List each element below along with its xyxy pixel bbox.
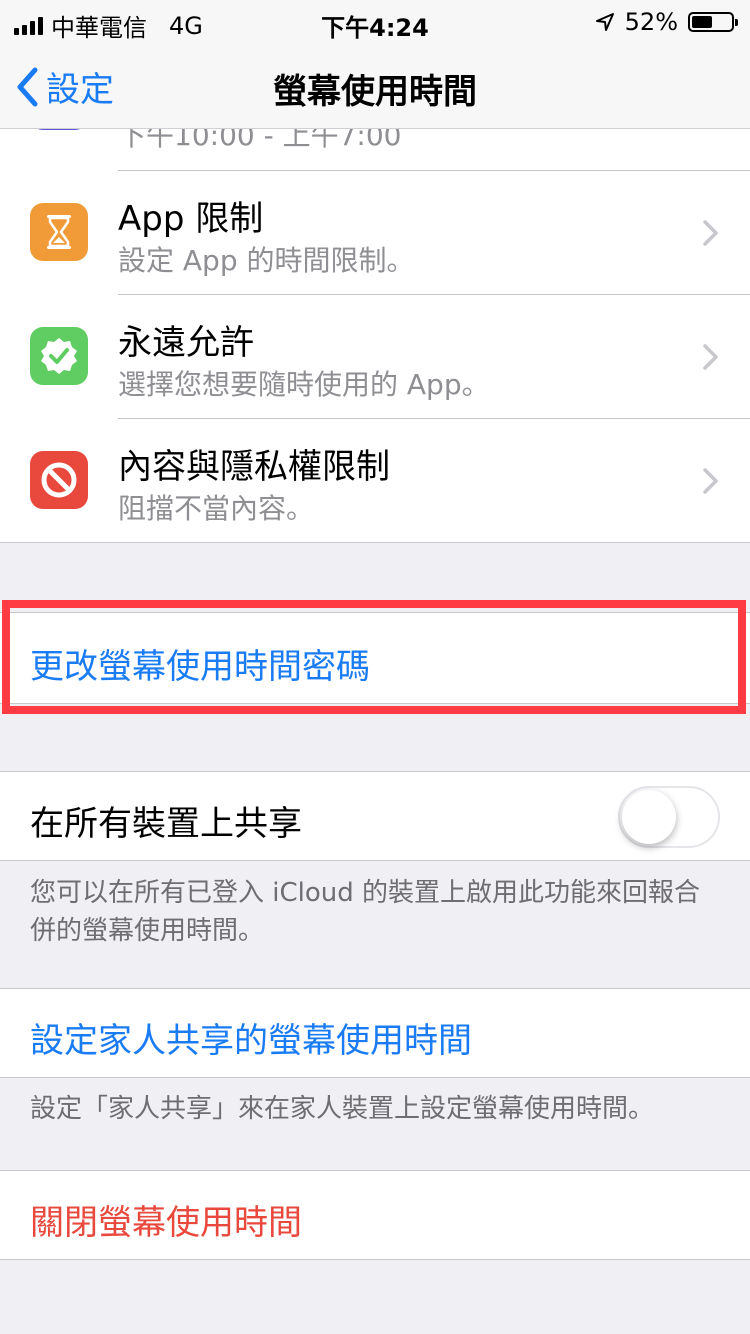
- prohibited-icon: [41, 462, 77, 498]
- share-note: 您可以在所有已登入 iCloud 的裝置上啟用此功能來回報合併的螢幕使用時間。: [30, 878, 701, 946]
- location-arrow-icon: [595, 13, 614, 31]
- chevron-right-icon: [703, 468, 718, 494]
- always-allowed-title: 永遠允許: [118, 323, 254, 363]
- status-bar: 中華電信 4G 下午4:24 52%: [0, 0, 750, 42]
- always-allowed-row[interactable]: 永遠允許 選擇您想要隨時使用的 App。: [0, 295, 750, 418]
- content-privacy-icon-tile: [30, 451, 88, 509]
- family-note: 設定「家人共享」來在家人裝置上設定螢幕使用時間。: [30, 1094, 655, 1124]
- toggle-knob: [622, 790, 676, 844]
- app-limits-subtitle: 設定 App 的時間限制。: [118, 244, 415, 277]
- content-privacy-title: 內容與隱私權限制: [118, 447, 390, 487]
- content-privacy-row[interactable]: 內容與隱私權限制 阻擋不當內容。: [0, 419, 750, 542]
- chevron-right-icon: [703, 220, 718, 246]
- restrictions-group: 下午10:00 - 上午7:00 App 限制 設定 App 的時間限制。 永遠…: [0, 72, 750, 543]
- family-sharing-row[interactable]: 設定家人共享的螢幕使用時間: [0, 988, 750, 1078]
- change-passcode-button[interactable]: 更改螢幕使用時間密碼: [30, 639, 370, 688]
- page-title: 螢幕使用時間: [273, 72, 477, 112]
- hourglass-icon: [47, 215, 71, 249]
- always-allowed-subtitle: 選擇您想要隨時使用的 App。: [118, 368, 490, 401]
- battery-icon: [688, 12, 738, 32]
- turn-off-row[interactable]: 關閉螢幕使用時間: [0, 1170, 750, 1260]
- chevron-right-icon: [703, 344, 718, 370]
- change-passcode-row[interactable]: 更改螢幕使用時間密碼: [0, 612, 750, 704]
- app-limits-row[interactable]: App 限制 設定 App 的時間限制。: [0, 171, 750, 294]
- share-across-devices-toggle[interactable]: [618, 786, 720, 848]
- app-limits-title: App 限制: [118, 199, 264, 239]
- content-privacy-subtitle: 阻擋不當內容。: [118, 492, 315, 525]
- turn-off-button[interactable]: 關閉螢幕使用時間: [30, 1195, 302, 1244]
- family-sharing-button[interactable]: 設定家人共享的螢幕使用時間: [30, 1013, 472, 1062]
- always-allowed-icon-tile: [30, 327, 88, 385]
- navigation-bar: 設定 螢幕使用時間: [0, 40, 750, 129]
- checkmark-badge-icon: [41, 338, 77, 374]
- battery-percent: 52%: [624, 8, 678, 36]
- app-limits-icon-tile: [30, 203, 88, 261]
- share-across-devices-label: 在所有裝置上共享: [30, 804, 302, 844]
- share-across-devices-row: 在所有裝置上共享: [0, 771, 750, 861]
